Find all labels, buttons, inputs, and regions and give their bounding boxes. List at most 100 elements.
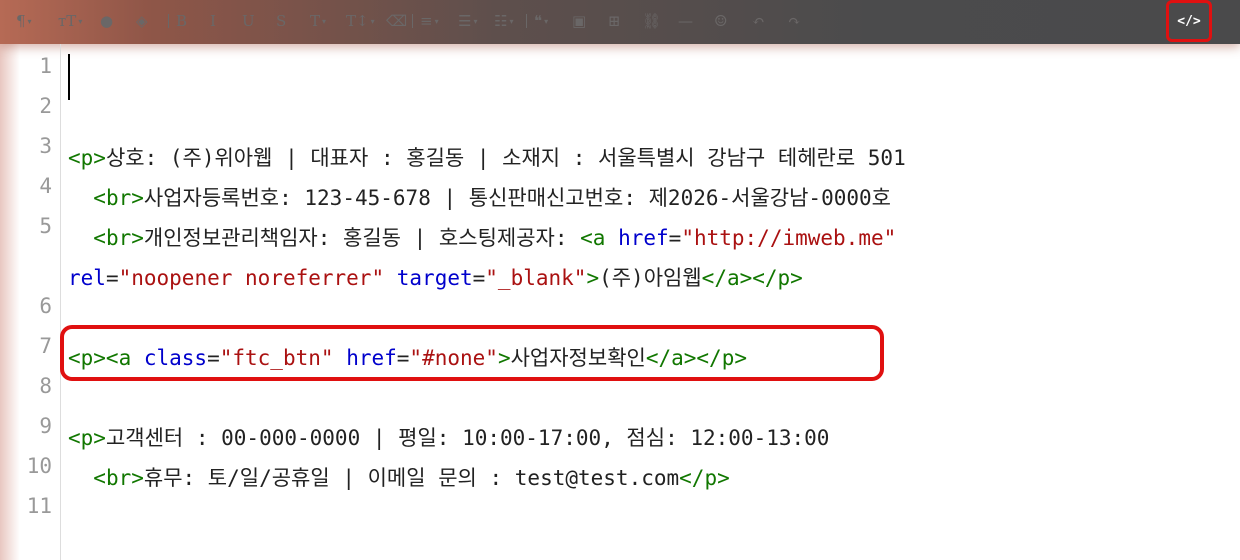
line-number: 2 [39,94,52,118]
fill-color-button[interactable]: ◈ [136,8,148,34]
caret-down-icon: ▾ [509,16,514,26]
caret-down-icon: ▾ [27,16,32,26]
emoji-button[interactable]: ☺ [714,8,727,34]
strikethrough-icon: S [276,12,287,30]
line-text: 개인정보관리책임자: 홍길동 | 호스팅제공자: [143,226,581,250]
line-text: 고객센터 : 00-000-0000 | 평일: 10:00-17:00, 점심… [105,426,830,450]
line-number: 8 [39,374,52,398]
font-size-icon: тT [58,12,77,30]
underline-icon: U [242,12,255,30]
p-close-tag: </p> [679,466,730,490]
href-value: "http://imweb.me" [681,226,897,250]
toolbar-divider [526,14,527,28]
code-line-5[interactable]: <br>개인정보관리책임자: 홍길동 | 호스팅제공자: <a href="ht… [68,222,896,252]
line-number: 9 [39,414,52,438]
line-number: 6 [39,294,52,318]
closing-tags: </a></p> [701,266,803,290]
table-icon: ⊞ [608,12,621,30]
line-number: 4 [39,174,52,198]
caret-down-icon: ▾ [473,16,478,26]
toolbar-divider [168,14,169,28]
link-button[interactable]: ⛓ [642,8,661,34]
strikethrough-button[interactable]: S [276,8,286,34]
font-size-button[interactable]: тT ▾ [58,8,82,34]
line-text: 사업자등록번호: 123-45-678 | 통신판매신고번호: 제2026-서울… [143,186,891,210]
line-number: 3 [39,134,52,158]
paragraph-format-button[interactable]: ¶ ▾ [16,8,32,34]
ordered-list-icon: ☰ [458,12,472,30]
link-text: (주)아임웹 [599,266,702,290]
redo-button[interactable]: ↷ [788,8,801,34]
undo-button[interactable]: ↶ [752,8,765,34]
clear-format-icon: ⌫ [386,12,408,30]
equals-sign: = [105,266,119,290]
unordered-list-button[interactable]: ☷ ▾ [494,8,513,34]
a-open-tag: <a [580,226,619,250]
align-icon: ≡ [420,12,433,30]
br-tag: <br> [93,466,144,490]
align-button[interactable]: ≡ ▾ [420,8,439,34]
undo-icon: ↶ [752,12,765,30]
line-number: 11 [26,494,52,518]
br-tag: <br> [93,186,144,210]
quote-icon: ❝ [534,12,543,30]
bold-icon: B [176,12,188,30]
bold-button[interactable]: B [176,8,187,34]
code-line-9[interactable]: <p>고객센터 : 00-000-0000 | 평일: 10:00-17:00,… [68,422,829,452]
tag-close-bracket: > [586,266,600,290]
paragraph-format-icon: ¶ [16,12,26,30]
clear-format-button[interactable]: ⌫ [386,8,407,34]
underline-button[interactable]: U [242,8,255,34]
horizontal-rule-button[interactable]: — [678,8,693,34]
code-line-10[interactable]: <br>휴무: 토/일/공휴일 | 이메일 문의 : test@test.com… [68,462,730,492]
text-style-button[interactable]: T ▾ [310,8,326,34]
caret-down-icon: ▾ [544,16,549,26]
br-tag: <br> [93,226,144,250]
line-number: 7 [39,334,52,358]
code-line-3[interactable]: <p>상호: (주)위아웹 | 대표자 : 홍길동 | 소재지 : 서울특별시 … [68,142,906,172]
horizontal-rule-icon: — [678,12,693,30]
toolbar-divider [412,14,413,28]
image-button[interactable]: ▣ [572,8,586,34]
caret-down-icon: ▾ [434,16,439,26]
text-color-icon: ● [100,12,114,30]
fill-color-icon: ◈ [136,12,148,30]
code-view-button[interactable]: </> [1166,0,1212,42]
quote-button[interactable]: ❝ ▾ [534,8,548,34]
caret-down-icon: ▾ [322,16,327,26]
redo-icon: ↷ [788,12,801,30]
ordered-list-button[interactable]: ☰ ▾ [458,8,477,34]
italic-icon: I [210,12,216,30]
image-icon: ▣ [572,12,587,30]
code-line-4[interactable]: <br>사업자등록번호: 123-45-678 | 통신판매신고번호: 제202… [68,182,891,212]
p-open-tag: <p> [68,426,106,450]
code-view-icon: </> [1177,13,1201,29]
editor-toolbar: ¶ ▾ тT ▾ ● ◈ B I U S T ▾ T↕ ▾ ⌫ ≡ ▾ ☰ ▾ ☷ ▾ ❝ ▾ ▣ ⊞ ⛓ — ☺ ↶ ↷ </> [0,0,1240,44]
highlight-box [60,325,884,381]
p-open-tag: <p> [68,146,106,170]
line-number: 1 [39,54,52,78]
text-style-icon: T [310,12,321,30]
emoji-icon: ☺ [714,12,728,30]
code-line-5-wrap[interactable]: rel="noopener noreferrer" target="_blank… [68,262,803,292]
line-number: 5 [39,214,52,238]
text-color-button[interactable]: ● [100,8,113,34]
target-value: "_blank" [485,266,587,290]
line-number: 10 [26,454,52,478]
rel-attribute: rel [68,266,106,290]
unordered-list-icon: ☷ [494,12,508,30]
line-height-icon: T↕ [346,12,369,30]
line-height-button[interactable]: T↕ ▾ [346,8,375,34]
caret-down-icon: ▾ [78,16,83,26]
table-button[interactable]: ⊞ [608,8,621,34]
equals-sign: = [472,266,486,290]
italic-button[interactable]: I [210,8,216,34]
text-cursor [68,54,70,100]
rel-value: "noopener noreferrer" [118,266,385,290]
equals-sign: = [668,226,682,250]
line-text: 상호: (주)위아웹 | 대표자 : 홍길동 | 소재지 : 서울특별시 강남구… [105,146,906,170]
target-attribute: target [396,266,473,290]
